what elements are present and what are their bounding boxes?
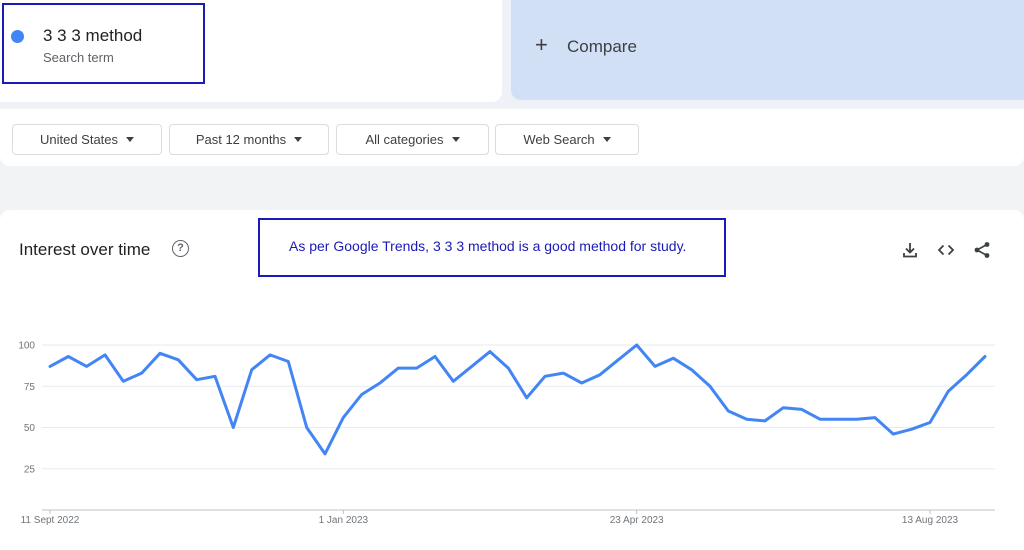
data-point[interactable] bbox=[816, 415, 824, 423]
data-point[interactable] bbox=[944, 387, 952, 395]
caret-down-icon bbox=[126, 137, 135, 142]
data-point[interactable] bbox=[724, 407, 732, 415]
data-point[interactable] bbox=[798, 405, 806, 413]
x-tick-label: 13 Aug 2023 bbox=[902, 515, 959, 526]
data-point[interactable] bbox=[83, 362, 91, 370]
data-point[interactable] bbox=[449, 377, 457, 385]
data-point[interactable] bbox=[871, 414, 879, 422]
caret-down-icon bbox=[294, 137, 303, 142]
data-point[interactable] bbox=[174, 356, 182, 364]
y-tick-label: 25 bbox=[24, 464, 36, 475]
data-point[interactable] bbox=[211, 372, 219, 380]
help-icon[interactable]: ? bbox=[172, 240, 189, 257]
x-tick-label: 23 Apr 2023 bbox=[610, 515, 664, 526]
data-point[interactable] bbox=[926, 419, 934, 427]
data-point[interactable] bbox=[578, 379, 586, 387]
data-point[interactable] bbox=[376, 379, 384, 387]
filter-time-dropdown[interactable]: Past 12 months bbox=[169, 124, 329, 155]
data-point[interactable] bbox=[963, 371, 971, 379]
data-point[interactable] bbox=[266, 351, 274, 359]
caret-down-icon bbox=[451, 137, 460, 142]
y-tick-label: 50 bbox=[24, 423, 36, 434]
data-point[interactable] bbox=[229, 424, 237, 432]
data-point[interactable] bbox=[284, 358, 292, 366]
data-point[interactable] bbox=[559, 369, 567, 377]
data-point[interactable] bbox=[743, 415, 751, 423]
share-icon[interactable] bbox=[972, 240, 992, 260]
data-point[interactable] bbox=[614, 356, 622, 364]
data-point[interactable] bbox=[504, 364, 512, 372]
data-point[interactable] bbox=[358, 391, 366, 399]
data-point[interactable] bbox=[779, 404, 787, 412]
caret-down-icon bbox=[602, 137, 611, 142]
data-point[interactable] bbox=[431, 353, 439, 361]
x-tick-label: 1 Jan 2023 bbox=[319, 515, 369, 526]
filter-region-label: United States bbox=[39, 132, 119, 147]
x-tick-label: 11 Sept 2022 bbox=[21, 515, 80, 526]
data-point[interactable] bbox=[981, 353, 989, 361]
search-term-subtitle: Search term bbox=[43, 50, 114, 65]
data-point[interactable] bbox=[706, 382, 714, 390]
data-point[interactable] bbox=[651, 362, 659, 370]
download-icon[interactable] bbox=[900, 240, 920, 260]
data-point[interactable] bbox=[193, 376, 201, 384]
filter-category-label: All categories bbox=[365, 132, 444, 147]
data-point[interactable] bbox=[303, 424, 311, 432]
annotation-note: As per Google Trends, 3 3 3 method is a … bbox=[289, 238, 687, 254]
data-point[interactable] bbox=[834, 415, 842, 423]
data-point[interactable] bbox=[596, 371, 604, 379]
search-term-name[interactable]: 3 3 3 method bbox=[43, 26, 142, 46]
plus-icon[interactable]: + bbox=[535, 33, 548, 57]
data-point[interactable] bbox=[339, 414, 347, 422]
data-point[interactable] bbox=[688, 366, 696, 374]
data-point[interactable] bbox=[46, 362, 54, 370]
filter-search-type-label: Web Search bbox=[523, 132, 595, 147]
compare-button[interactable]: Compare bbox=[567, 37, 637, 57]
embed-icon[interactable] bbox=[936, 240, 956, 260]
data-point[interactable] bbox=[321, 450, 329, 458]
data-point[interactable] bbox=[248, 366, 256, 374]
y-tick-label: 75 bbox=[24, 382, 36, 393]
filter-region-dropdown[interactable]: United States bbox=[12, 124, 162, 155]
y-tick-label: 100 bbox=[18, 341, 35, 352]
data-point[interactable] bbox=[908, 425, 916, 433]
data-point[interactable] bbox=[394, 364, 402, 372]
filter-search-type-dropdown[interactable]: Web Search bbox=[495, 124, 639, 155]
data-point[interactable] bbox=[541, 372, 549, 380]
data-point[interactable] bbox=[156, 349, 164, 357]
data-point[interactable] bbox=[486, 348, 494, 356]
data-point[interactable] bbox=[64, 353, 72, 361]
data-point[interactable] bbox=[468, 362, 476, 370]
search-term-color-dot bbox=[11, 30, 24, 43]
filter-category-dropdown[interactable]: All categories bbox=[336, 124, 489, 155]
data-point[interactable] bbox=[761, 417, 769, 425]
data-point[interactable] bbox=[138, 369, 146, 377]
data-point[interactable] bbox=[669, 354, 677, 362]
data-point[interactable] bbox=[853, 415, 861, 423]
data-point[interactable] bbox=[633, 341, 641, 349]
data-point[interactable] bbox=[523, 394, 531, 402]
data-point[interactable] bbox=[413, 364, 421, 372]
data-point[interactable] bbox=[101, 351, 109, 359]
chart-title: Interest over time bbox=[19, 240, 151, 259]
filter-time-label: Past 12 months bbox=[195, 132, 287, 147]
series-line[interactable] bbox=[48, 343, 987, 456]
data-point[interactable] bbox=[119, 377, 127, 385]
data-point[interactable] bbox=[889, 430, 897, 438]
interest-line-chart: 25 50 75 100 11 Sept 2022 1 Jan 2023 23 Apr 20… bbox=[18, 341, 995, 526]
